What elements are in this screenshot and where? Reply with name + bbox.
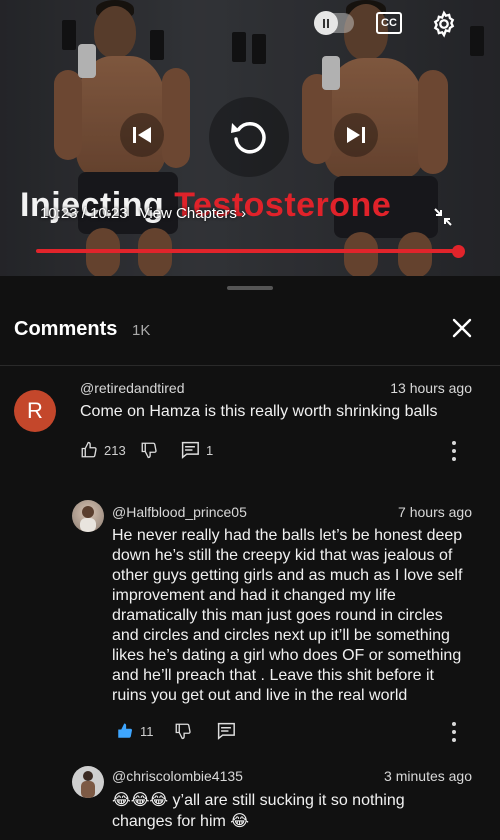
dislike-button[interactable]: [140, 441, 158, 459]
more-options-icon[interactable]: [451, 722, 457, 742]
video-player[interactable]: CC Injecting Testosterone 10:23 / 10:23: [0, 0, 500, 276]
comment-text: 😂😂😂 y’all are still sucking it so nothin…: [112, 790, 462, 832]
pause-icon[interactable]: [314, 11, 338, 35]
chevron-right-icon: ›: [241, 205, 247, 222]
view-chapters-label: View Chapters: [139, 205, 237, 222]
current-time: 10:23: [40, 205, 78, 222]
comments-panel: Comments 1K R @retiredandtired 13 hours …: [0, 276, 500, 840]
thumbs-down-icon: [141, 442, 157, 459]
comment-author[interactable]: @chriscolombie4135: [112, 768, 243, 784]
laughing-emoji: 😂: [230, 811, 249, 830]
comments-count: 1K: [132, 322, 151, 339]
comment-timestamp: 3 minutes ago: [384, 768, 472, 784]
time-display: 10:23 / 10:23 View Chapters ›: [40, 205, 246, 222]
comment-author[interactable]: @Halfblood_prince05: [112, 504, 247, 520]
exit-fullscreen-icon[interactable]: [432, 206, 454, 228]
comment-thread: R @retiredandtired 13 hours ago Come on …: [0, 376, 500, 476]
previous-button[interactable]: [120, 113, 164, 157]
next-button[interactable]: [334, 113, 378, 157]
reply-button[interactable]: 1: [180, 441, 213, 459]
like-count: 213: [104, 442, 126, 458]
laughing-emoji: 😂😂😂: [112, 790, 169, 809]
thumbs-up-filled-icon: [118, 723, 132, 738]
view-chapters-button[interactable]: View Chapters ›: [140, 205, 246, 222]
more-options-icon[interactable]: [451, 441, 457, 461]
reply-thread: @Halfblood_prince05 7 hours ago He never…: [0, 500, 500, 750]
gear-icon[interactable]: [430, 10, 458, 38]
like-button[interactable]: 11: [116, 722, 154, 740]
progress-scrubber[interactable]: [452, 245, 465, 258]
reply-button[interactable]: [216, 722, 236, 740]
comment-timestamp: 13 hours ago: [390, 380, 472, 396]
skip-previous-icon: [133, 127, 151, 143]
thumbs-up-icon: [81, 441, 97, 458]
replay-button[interactable]: [209, 97, 289, 177]
reply-count: 1: [206, 442, 214, 458]
time-separator: /: [81, 205, 86, 222]
replay-icon: [231, 121, 266, 154]
header-divider: [0, 365, 500, 366]
comment-icon: [217, 722, 235, 740]
skip-next-icon: [347, 127, 365, 143]
comments-header: Comments 1K: [0, 306, 500, 366]
drag-handle[interactable]: [227, 286, 273, 290]
progress-bar[interactable]: [36, 249, 460, 253]
comment-text: He never really had the balls let’s be h…: [112, 527, 463, 704]
like-count: 11: [140, 723, 154, 739]
duration: 10:23: [90, 205, 128, 222]
avatar[interactable]: [72, 500, 104, 532]
reply-thread: @chriscolombie4135 3 minutes ago 😂😂😂 y’a…: [0, 764, 500, 840]
comment-icon: [181, 441, 199, 459]
avatar[interactable]: [72, 766, 104, 798]
like-button[interactable]: 213: [80, 441, 126, 459]
comment-text: Come on Hamza is this really worth shrin…: [80, 403, 438, 420]
comment-timestamp: 7 hours ago: [398, 504, 472, 520]
dislike-button[interactable]: [174, 722, 192, 740]
thumbs-down-icon: [175, 723, 191, 740]
comment-author[interactable]: @retiredandtired: [80, 380, 185, 396]
close-icon[interactable]: [450, 316, 474, 340]
captions-button[interactable]: CC: [376, 12, 402, 34]
avatar[interactable]: R: [14, 390, 56, 432]
comments-title: Comments: [14, 318, 118, 340]
